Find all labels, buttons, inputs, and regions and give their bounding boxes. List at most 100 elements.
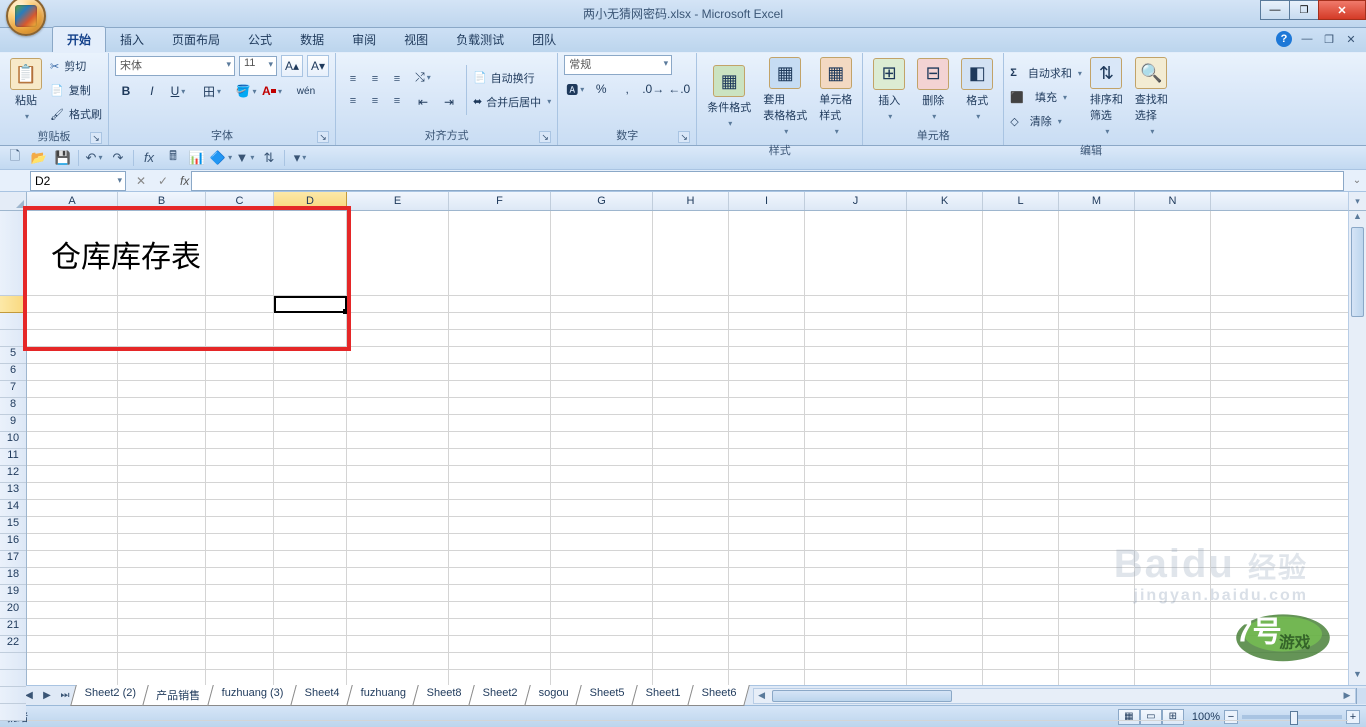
zoom-slider[interactable] xyxy=(1242,715,1342,719)
close-button[interactable] xyxy=(1318,0,1366,20)
qat-new[interactable]: 🗋 xyxy=(4,148,26,168)
merge-center-button[interactable]: ⬌合并后居中 xyxy=(473,91,551,113)
tab-load-test[interactable]: 负载测试 xyxy=(442,27,518,52)
increase-decimal[interactable]: .0→ xyxy=(642,78,664,100)
col-header-J[interactable]: J xyxy=(805,192,907,210)
office-button[interactable] xyxy=(6,0,46,36)
row-header-17[interactable]: 17 xyxy=(0,551,26,568)
fx-icon[interactable]: fx xyxy=(180,174,189,188)
percent-button[interactable]: % xyxy=(590,78,612,100)
sort-filter-button[interactable]: ⇅排序和 筛选 xyxy=(1086,55,1127,139)
autosum-button[interactable]: Σ 自动求和 xyxy=(1010,62,1082,84)
row-header-6[interactable]: 6 xyxy=(0,364,26,381)
sheet-tab-1[interactable]: 产品销售 xyxy=(143,685,215,706)
number-format-combo[interactable]: 常规 xyxy=(564,55,672,75)
cut-button[interactable]: 剪切 xyxy=(50,55,102,77)
qat-more[interactable]: ▾ xyxy=(289,148,311,168)
ribbon-minimize-icon[interactable]: — xyxy=(1300,33,1314,45)
select-all-corner[interactable] xyxy=(0,192,27,211)
align-middle[interactable]: ≡ xyxy=(364,68,386,90)
merged-cell-a1[interactable]: 仓库库存表 xyxy=(27,211,274,296)
tab-team[interactable]: 团队 xyxy=(518,27,570,52)
font-color-button[interactable]: A xyxy=(261,80,283,102)
decrease-decimal[interactable]: ←.0 xyxy=(668,78,690,100)
col-header-B[interactable]: B xyxy=(118,192,206,210)
sheet-tab-4[interactable]: fuzhuang xyxy=(346,685,419,706)
qat-redo[interactable]: ↷ xyxy=(107,148,129,168)
row-header-23[interactable] xyxy=(0,653,26,670)
zoom-out[interactable]: − xyxy=(1224,710,1238,724)
scroll-down-arrow[interactable]: ▼ xyxy=(1349,669,1366,685)
row-header-4[interactable] xyxy=(0,330,26,347)
find-select-button[interactable]: 🔍查找和 选择 xyxy=(1131,55,1172,139)
font-launcher[interactable] xyxy=(317,131,329,143)
sheet-tab-10[interactable]: Sheet6 xyxy=(687,685,750,706)
row-header-2[interactable] xyxy=(0,296,26,313)
ribbon-restore-icon[interactable]: ❐ xyxy=(1322,33,1336,46)
view-normal[interactable]: ▦ xyxy=(1118,709,1140,725)
fill-color-button[interactable]: 🪣 xyxy=(235,80,257,102)
format-painter-button[interactable]: 格式刷 xyxy=(50,103,102,125)
row-header-13[interactable]: 13 xyxy=(0,483,26,500)
fill-button[interactable]: ⬛ 填充 xyxy=(1010,86,1082,108)
col-header-N[interactable]: N xyxy=(1135,192,1211,210)
hscroll-left[interactable]: ◀ xyxy=(754,690,770,701)
name-box[interactable]: D2 xyxy=(30,171,126,191)
font-name-combo[interactable]: 宋体 xyxy=(115,56,235,76)
sheet-tab-2[interactable]: fuzhuang (3) xyxy=(208,685,297,706)
wrap-text-button[interactable]: 📄自动换行 xyxy=(473,67,551,89)
qat-filter[interactable]: ▼ xyxy=(234,148,256,168)
col-header-K[interactable]: K xyxy=(907,192,983,210)
decrease-font-button[interactable]: A▾ xyxy=(307,55,329,77)
row-header-12[interactable]: 12 xyxy=(0,466,26,483)
phonetic-button[interactable]: wén xyxy=(295,80,317,102)
sheet-tabs[interactable]: Sheet2 (2)产品销售fuzhuang (3)Sheet4fuzhuang… xyxy=(74,685,747,706)
sheet-tab-7[interactable]: sogou xyxy=(524,685,582,706)
tab-data[interactable]: 数据 xyxy=(286,27,338,52)
maximize-button[interactable] xyxy=(1289,0,1319,20)
view-page-layout[interactable]: ▭ xyxy=(1140,709,1162,725)
col-header-E[interactable]: E xyxy=(347,192,449,210)
row-header-10[interactable]: 10 xyxy=(0,432,26,449)
horizontal-scrollbar[interactable]: ◀ ▶ xyxy=(753,688,1356,704)
row-header-18[interactable]: 18 xyxy=(0,568,26,585)
alignment-launcher[interactable] xyxy=(539,131,551,143)
align-right[interactable]: ≡ xyxy=(386,90,408,112)
border-button[interactable]: 田 xyxy=(201,80,223,102)
row-header-25[interactable] xyxy=(0,687,26,704)
sheet-tab-8[interactable]: Sheet5 xyxy=(575,685,638,706)
spreadsheet-grid[interactable]: ▾ ABCDEFGHIJKLMN 56789101112131415161718… xyxy=(0,192,1366,685)
increase-indent[interactable]: ⇥ xyxy=(438,91,460,113)
tab-formulas[interactable]: 公式 xyxy=(234,27,286,52)
insert-cells-button[interactable]: ⊞插入 xyxy=(869,56,909,124)
hscroll-right[interactable]: ▶ xyxy=(1339,690,1355,701)
tab-review[interactable]: 审阅 xyxy=(338,27,390,52)
row-header-15[interactable]: 15 xyxy=(0,517,26,534)
row-header-9[interactable]: 9 xyxy=(0,415,26,432)
row-header-22[interactable]: 22 xyxy=(0,636,26,653)
font-size-combo[interactable]: 11 xyxy=(239,56,277,76)
qat-open[interactable]: 📂 xyxy=(28,148,50,168)
accept-formula[interactable]: ✓ xyxy=(152,174,174,188)
col-header-D[interactable]: D xyxy=(274,192,347,210)
tab-insert[interactable]: 插入 xyxy=(106,27,158,52)
col-header-C[interactable]: C xyxy=(206,192,274,210)
col-header-G[interactable]: G xyxy=(551,192,653,210)
hscroll-thumb[interactable] xyxy=(772,690,952,702)
view-page-break[interactable]: ⊞ xyxy=(1162,709,1184,725)
number-launcher[interactable] xyxy=(678,131,690,143)
row-headers[interactable]: 5678910111213141516171819202122 xyxy=(0,192,27,685)
help-icon[interactable]: ? xyxy=(1276,31,1292,47)
col-header-L[interactable]: L xyxy=(983,192,1059,210)
row-header-21[interactable]: 21 xyxy=(0,619,26,636)
col-header-I[interactable]: I xyxy=(729,192,805,210)
column-headers[interactable]: ABCDEFGHIJKLMN xyxy=(27,192,1348,211)
clipboard-launcher[interactable] xyxy=(90,132,102,144)
formula-input[interactable] xyxy=(191,171,1344,191)
row-header-5[interactable]: 5 xyxy=(0,347,26,364)
qat-save[interactable]: 💾 xyxy=(52,148,74,168)
row-header-1[interactable] xyxy=(0,211,26,296)
col-header-A[interactable]: A xyxy=(27,192,118,210)
increase-font-button[interactable]: A▴ xyxy=(281,55,303,77)
format-table-button[interactable]: ▦套用 表格格式 xyxy=(759,55,811,139)
